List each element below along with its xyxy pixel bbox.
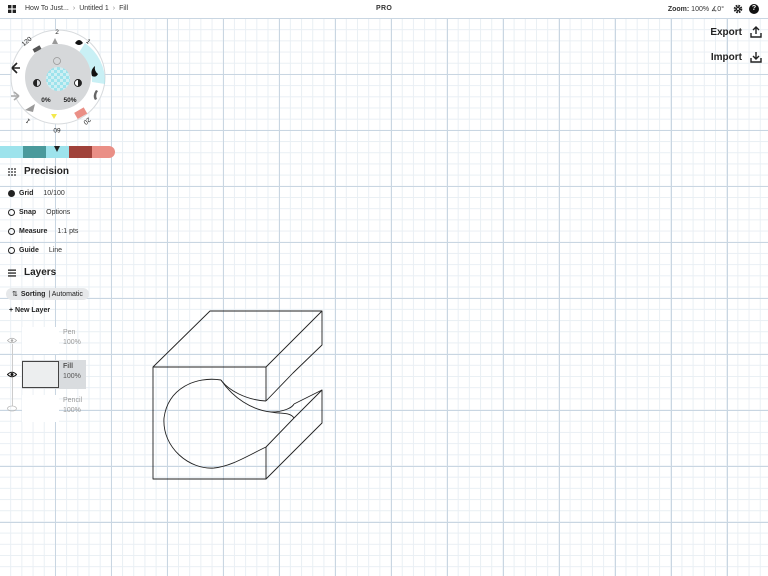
chevron-right-icon: › — [112, 5, 116, 12]
precision-title: Precision — [24, 166, 70, 177]
layers-menu-icon — [8, 269, 16, 277]
plus-icon: + — [9, 307, 14, 314]
radio-off-icon — [8, 209, 15, 216]
export-icon — [750, 26, 762, 38]
breadcrumb-layer[interactable]: Fill — [119, 5, 128, 12]
swatch-1[interactable] — [0, 146, 23, 158]
export-label: Export — [710, 26, 742, 38]
snap-label: Snap — [19, 209, 37, 216]
measure-label: Measure — [19, 228, 48, 235]
export-button[interactable]: Export — [710, 26, 762, 38]
help-icon[interactable]: ? — [749, 4, 759, 14]
dots-grid-icon — [8, 167, 16, 176]
radio-off-icon — [8, 228, 15, 235]
import-button[interactable]: Import — [711, 51, 762, 63]
opacity-min: 0% — [41, 97, 51, 104]
swatch-2[interactable] — [23, 146, 46, 158]
grid-label: Grid — [19, 190, 34, 197]
zoom-value: 100% — [691, 6, 710, 13]
sort-arrows-icon: ⇅ — [12, 291, 18, 298]
apps-grid-icon[interactable] — [8, 5, 16, 13]
layer-opacity: 100% — [63, 339, 81, 346]
import-label: Import — [710, 51, 742, 63]
layer-fill-active[interactable]: Fill 100% — [22, 360, 86, 389]
breadcrumb: How To Just... › Untitled 1 › Fill — [25, 5, 128, 12]
sorting-label: Sorting — [20, 290, 46, 298]
tool-wheel[interactable]: 2 120 1 60 20 1 0% 50% — [0, 22, 120, 140]
chevron-right-icon: › — [72, 5, 76, 12]
size-bottom: 60 — [53, 126, 61, 133]
layer-name: Pen — [63, 329, 76, 336]
opacity-current: 50% — [63, 97, 76, 104]
new-layer-button[interactable]: + New Layer — [9, 307, 50, 314]
eye-icon-pencil-layer[interactable] — [7, 405, 17, 412]
swatch-5[interactable] — [92, 146, 115, 158]
snap-value[interactable]: Options — [46, 209, 70, 216]
layer-pencil[interactable]: Pencil 100% — [22, 394, 86, 423]
layer-name: Fill — [63, 363, 74, 370]
guide-label: Guide — [19, 247, 39, 254]
angle-value: ∡0° — [711, 6, 724, 13]
layer-opacity: 100% — [63, 407, 81, 414]
layer-name: Pencil — [63, 397, 83, 404]
opacity-increase-icon[interactable] — [74, 79, 82, 87]
selected-swatch-indicator-icon — [54, 146, 60, 152]
layers-title: Layers — [24, 267, 57, 278]
layer-thumbnail — [22, 361, 59, 388]
size-bottom-left: 1 — [24, 117, 32, 125]
guide-toggle[interactable]: Guide Line — [8, 247, 62, 254]
isometric-block-drawing — [152, 310, 323, 480]
top-bar: How To Just... › Untitled 1 › Fill PRO Z… — [0, 0, 768, 18]
measure-value[interactable]: 1:1 pts — [57, 228, 78, 235]
zoom-indicator[interactable]: Zoom: 100% ∡0° — [668, 5, 724, 13]
guide-value[interactable]: Line — [49, 247, 62, 254]
precision-header[interactable]: Precision — [8, 166, 69, 177]
swatch-4[interactable] — [69, 146, 92, 158]
snap-toggle[interactable]: Snap Options — [8, 209, 70, 216]
pro-badge[interactable]: PRO — [376, 5, 392, 12]
size-top: 2 — [55, 29, 59, 36]
zoom-label: Zoom: — [667, 6, 690, 13]
color-preview[interactable] — [46, 67, 70, 91]
grid-value[interactable]: 10/100 — [43, 190, 64, 197]
breadcrumb-drawing[interactable]: Untitled 1 — [79, 5, 109, 12]
sorting-toggle[interactable]: ⇅ Sorting | Automatic — [6, 288, 89, 300]
layers-header[interactable]: Layers — [8, 267, 56, 278]
color-swatch-bar — [0, 146, 115, 158]
layer-thumbnail — [22, 327, 59, 354]
breadcrumb-gallery[interactable]: How To Just... — [25, 5, 69, 12]
radio-on-icon — [8, 190, 15, 197]
gear-icon[interactable] — [733, 4, 743, 14]
swatch-3-selected[interactable] — [46, 146, 69, 158]
new-layer-label: New Layer — [15, 307, 51, 314]
layer-pen[interactable]: Pen 100% — [22, 326, 86, 355]
eye-icon-pen-layer[interactable] — [7, 337, 17, 344]
import-icon — [750, 52, 762, 63]
grid-toggle[interactable]: Grid 10/100 — [8, 190, 65, 197]
layer-opacity: 100% — [63, 373, 81, 380]
eye-icon-fill-layer[interactable] — [7, 371, 17, 378]
radio-off-icon — [8, 247, 15, 254]
measure-toggle[interactable]: Measure 1:1 pts — [8, 228, 78, 235]
layer-thumbnail — [22, 395, 59, 422]
sorting-value: | Automatic — [48, 290, 83, 298]
